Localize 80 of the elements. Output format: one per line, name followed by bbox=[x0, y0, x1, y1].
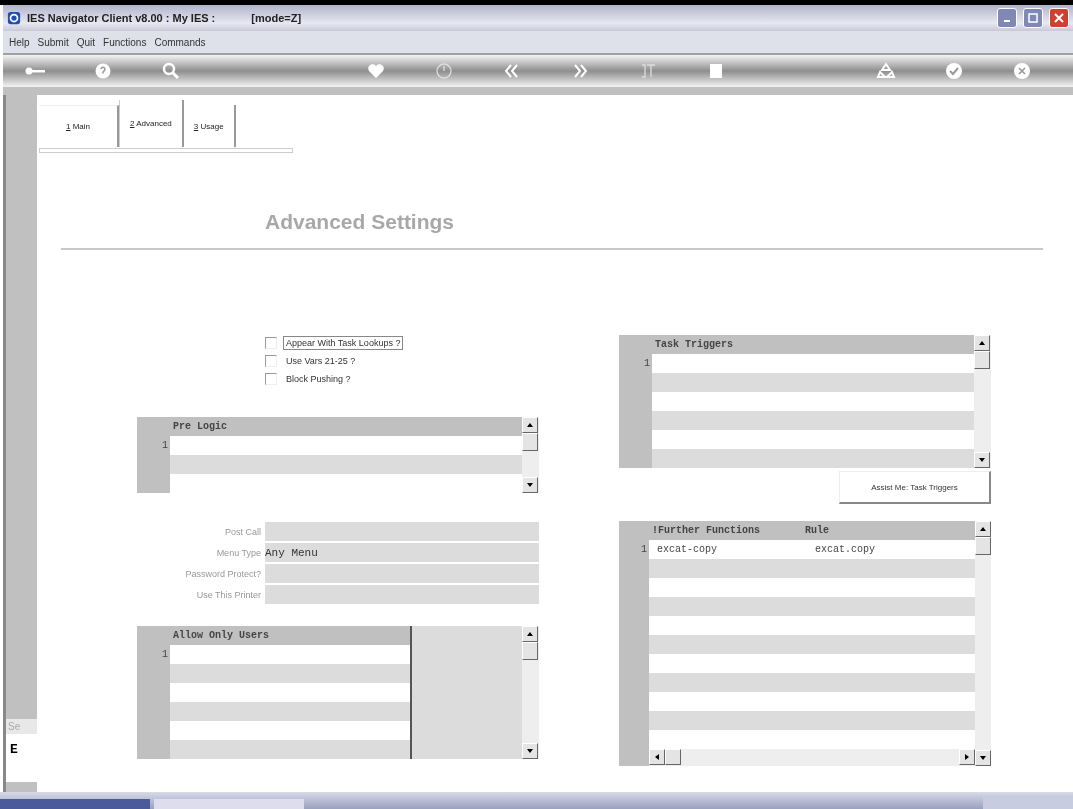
scrollbar-thumb[interactable] bbox=[665, 749, 681, 765]
column-header: Rule bbox=[804, 525, 830, 536]
scroll-up-button[interactable] bbox=[975, 521, 991, 537]
scroll-down-button[interactable] bbox=[522, 477, 538, 493]
vertical-scrollbar[interactable] bbox=[974, 335, 991, 468]
field-label: Use This Printer bbox=[195, 589, 261, 600]
search-icon[interactable] bbox=[161, 62, 181, 80]
panel-label: Se bbox=[6, 719, 37, 734]
menu-item[interactable]: Functions bbox=[103, 36, 147, 48]
right-arrow-icon bbox=[965, 754, 969, 760]
scroll-up-button[interactable] bbox=[974, 335, 990, 351]
menu-item[interactable]: Help bbox=[9, 36, 30, 48]
tab[interactable]: 2 Advanced bbox=[119, 100, 184, 147]
field-label: Post Call bbox=[224, 526, 261, 537]
up-arrow-icon bbox=[527, 423, 533, 427]
checkbox-label: Appear With Task Lookups ? bbox=[283, 336, 404, 350]
row-number: 1 bbox=[640, 543, 648, 557]
menu-item[interactable]: Commands bbox=[154, 36, 206, 48]
vertical-scrollbar[interactable] bbox=[522, 626, 539, 759]
page-heading: Advanced Settings bbox=[265, 210, 456, 234]
scroll-down-button[interactable] bbox=[522, 743, 538, 759]
column-header: !Further Functions bbox=[651, 525, 762, 536]
field-label: Menu Type bbox=[215, 547, 261, 558]
scroll-up-button[interactable] bbox=[522, 626, 538, 642]
maximize-icon bbox=[1028, 13, 1038, 23]
left-arrow-icon bbox=[655, 754, 659, 760]
down-arrow-icon bbox=[979, 458, 985, 462]
close-icon bbox=[1054, 13, 1064, 23]
row-number: 1 bbox=[161, 648, 169, 662]
vertical-scrollbar[interactable] bbox=[975, 521, 991, 766]
checkbox[interactable] bbox=[265, 373, 277, 385]
panel-letter: E bbox=[10, 742, 18, 757]
row-number: 1 bbox=[161, 439, 169, 453]
input-field[interactable] bbox=[265, 522, 539, 541]
menu-item[interactable]: Submit bbox=[37, 36, 69, 48]
column-header: Allow Only Users bbox=[172, 630, 269, 641]
app-icon bbox=[7, 11, 21, 25]
column-header: Task Triggers bbox=[654, 339, 733, 350]
scrollbar-thumb[interactable] bbox=[522, 642, 538, 660]
check-icon[interactable] bbox=[944, 62, 964, 80]
window-title: IES Navigator Client v8.00 : My IES : bbox=[27, 12, 216, 24]
table-cell-text: excat-copy bbox=[656, 544, 718, 555]
checkbox[interactable] bbox=[265, 355, 277, 367]
scrollbar-thumb[interactable] bbox=[975, 537, 991, 555]
horizontal-scrollbar[interactable] bbox=[649, 749, 975, 766]
scroll-left-button[interactable] bbox=[649, 749, 665, 765]
mode-label: [mode=Z] bbox=[251, 12, 302, 24]
close-button[interactable] bbox=[1049, 8, 1069, 28]
tab[interactable]: 1 Main bbox=[39, 105, 119, 147]
table-cell-text: excat.copy bbox=[814, 544, 876, 555]
scroll-down-button[interactable] bbox=[975, 750, 991, 766]
close-circle-icon[interactable] bbox=[1012, 62, 1032, 80]
assist-button[interactable]: Assist Me: Task Triggers bbox=[839, 471, 991, 504]
row-number: 1 bbox=[643, 357, 651, 371]
scroll-up-button[interactable] bbox=[522, 417, 538, 433]
checkbox-label: Use Vars 21-25 ? bbox=[285, 355, 357, 368]
minimize-button[interactable] bbox=[997, 8, 1017, 28]
clock-icon[interactable] bbox=[434, 62, 454, 80]
vertical-scrollbar[interactable] bbox=[522, 417, 539, 493]
column-header: Pre Logic bbox=[172, 421, 227, 432]
input-field[interactable]: Any Menu bbox=[265, 543, 539, 562]
scroll-right-button[interactable] bbox=[959, 749, 975, 765]
input-field[interactable] bbox=[265, 564, 539, 583]
help-icon[interactable] bbox=[93, 62, 113, 80]
down-arrow-icon bbox=[527, 483, 533, 487]
down-arrow-icon bbox=[980, 756, 986, 760]
scrollbar-thumb[interactable] bbox=[522, 433, 538, 451]
field-label: Password Protect? bbox=[184, 568, 261, 579]
heart-icon[interactable] bbox=[366, 62, 386, 80]
up-arrow-icon bbox=[980, 527, 986, 531]
menu-item[interactable]: Quit bbox=[76, 36, 96, 48]
up-arrow-icon bbox=[979, 341, 985, 345]
input-field[interactable] bbox=[265, 585, 539, 604]
down-arrow-icon bbox=[527, 749, 533, 753]
up-arrow-icon bbox=[527, 632, 533, 636]
checkbox-label: Block Pushing ? bbox=[285, 373, 352, 386]
checkbox[interactable] bbox=[265, 337, 277, 349]
maximize-button[interactable] bbox=[1023, 8, 1043, 28]
scroll-down-button[interactable] bbox=[974, 452, 990, 468]
scrollbar-thumb[interactable] bbox=[974, 351, 990, 369]
